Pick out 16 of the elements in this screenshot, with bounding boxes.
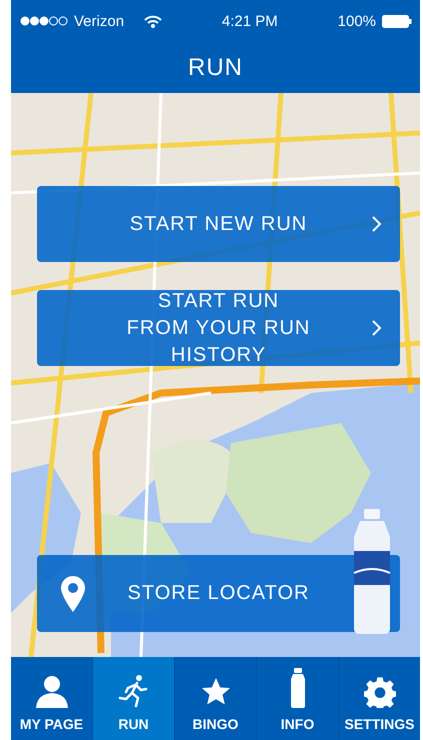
battery-percent: 100% — [338, 12, 376, 30]
settings-icon — [364, 676, 396, 708]
wifi-icon — [144, 14, 162, 28]
clock-time: 4:21 PM — [222, 12, 278, 30]
carrier-name: Verizon — [74, 12, 124, 30]
store-locator-button[interactable]: STORE LOCATOR — [37, 555, 400, 632]
location-pin-icon — [61, 576, 85, 612]
battery-icon — [382, 14, 412, 28]
person-icon — [34, 674, 68, 708]
screen-title: RUN — [187, 52, 244, 82]
signal-icon — [20, 16, 68, 26]
tab-bar-item[interactable]: RUN — [92, 657, 174, 740]
run-option-button[interactable]: START RUN FROM YOUR RUN HISTORY — [37, 290, 400, 366]
chevron-right-icon — [371, 215, 382, 233]
run-option-button[interactable]: START NEW RUN — [37, 186, 400, 262]
chevron-right-icon — [371, 319, 382, 337]
